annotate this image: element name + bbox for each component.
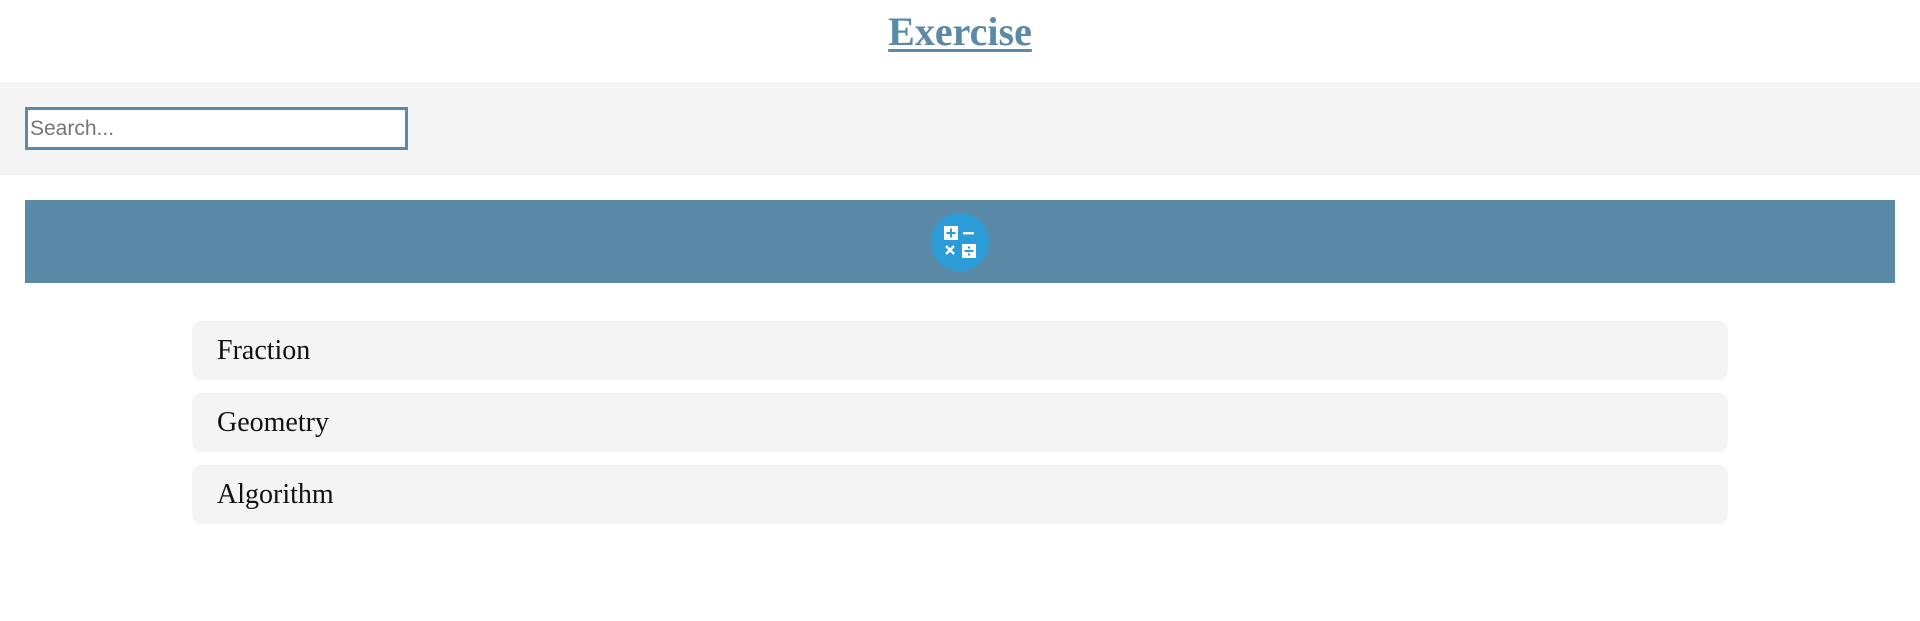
search-bar xyxy=(0,82,1920,175)
list-item-algorithm[interactable]: Algorithm xyxy=(192,465,1728,524)
calculator-icon[interactable] xyxy=(931,212,989,271)
search-input[interactable] xyxy=(25,107,408,150)
page-title[interactable]: Exercise xyxy=(888,8,1032,55)
topic-list: Fraction Geometry Algorithm xyxy=(192,321,1728,524)
banner xyxy=(25,200,1895,283)
list-item-fraction[interactable]: Fraction xyxy=(192,321,1728,380)
list-item-label: Geometry xyxy=(217,406,329,438)
header: Exercise xyxy=(0,0,1920,82)
list-item-label: Algorithm xyxy=(217,478,334,510)
list-item-geometry[interactable]: Geometry xyxy=(192,393,1728,452)
list-item-label: Fraction xyxy=(217,334,311,366)
